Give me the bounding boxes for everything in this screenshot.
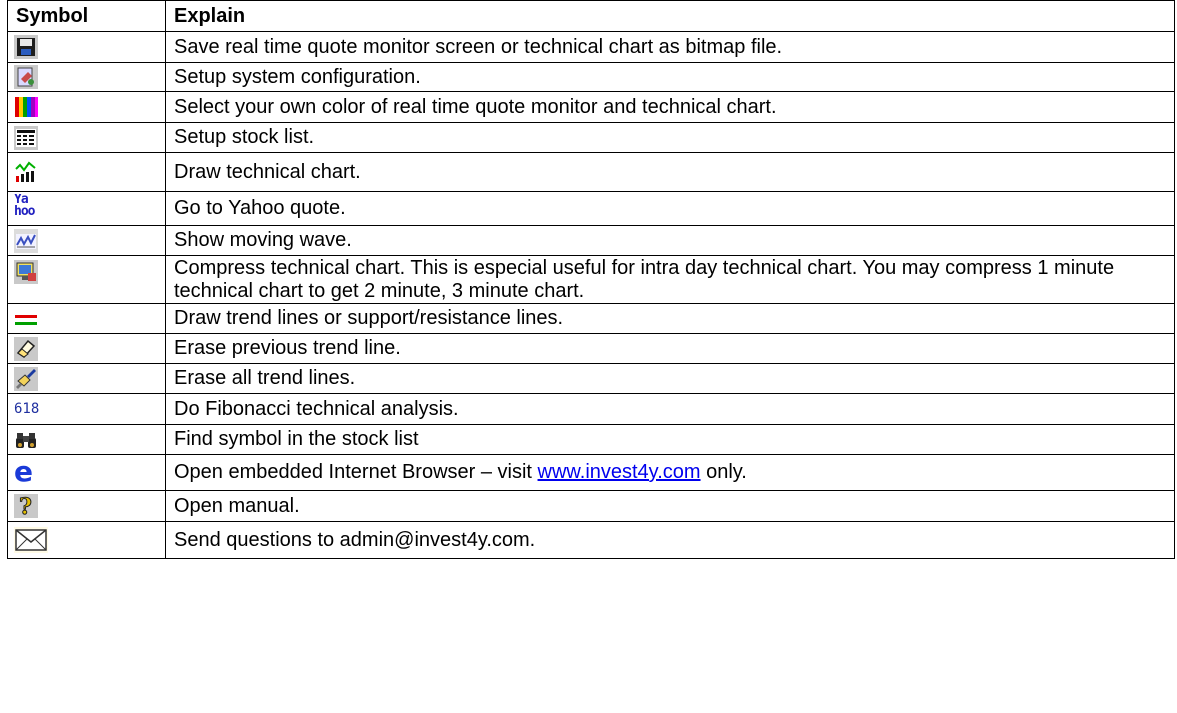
row-text: Open manual. [165, 490, 1175, 522]
row-text: Erase previous trend line. [165, 333, 1175, 364]
table-row: Compress technical chart. This is especi… [7, 255, 1175, 304]
binoculars-icon[interactable] [14, 428, 38, 452]
internet-explorer-icon[interactable]: e [14, 461, 38, 485]
table-row: Setup system configuration. [7, 62, 1175, 92]
row-text: Find symbol in the stock list [165, 424, 1175, 455]
row-text: Do Fibonacci technical analysis. [165, 393, 1175, 425]
row-text: Show moving wave. [165, 225, 1175, 256]
save-icon[interactable] [14, 35, 38, 59]
symbol-header: Symbol [7, 0, 166, 32]
table-row: ? Open manual. [7, 490, 1175, 522]
compress-chart-icon[interactable] [14, 260, 38, 284]
table-header-row: Symbol Explain [7, 0, 1175, 32]
eraser-icon[interactable] [14, 336, 38, 361]
svg-text:?: ? [19, 494, 32, 518]
row-text: Draw technical chart. [165, 152, 1175, 192]
row-text: Draw trend lines or support/resistance l… [165, 303, 1175, 334]
color-bars-icon[interactable] [14, 95, 38, 119]
symbol-table: Symbol Explain Save real time quote moni… [7, 0, 1175, 559]
help-icon[interactable]: ? [14, 494, 38, 518]
brush-icon[interactable] [14, 366, 38, 391]
table-row: Select your own color of real time quote… [7, 91, 1175, 123]
row-text: Save real time quote monitor screen or t… [165, 31, 1175, 63]
technical-chart-icon[interactable] [14, 160, 38, 184]
table-row: Find symbol in the stock list [7, 424, 1175, 455]
row-text: Compress technical chart. This is especi… [165, 255, 1175, 304]
yahoo-icon[interactable]: Ya hoo [14, 194, 40, 224]
setup-config-icon[interactable] [14, 65, 38, 89]
table-row: Draw trend lines or support/resistance l… [7, 303, 1175, 334]
moving-wave-icon[interactable] [14, 228, 38, 253]
table-row: 618 Do Fibonacci technical analysis. [7, 393, 1175, 425]
yahoo-icon-text: Ya hoo [14, 193, 35, 219]
row-text: Setup stock list. [165, 122, 1175, 153]
row-text: Erase all trend lines. [165, 363, 1175, 394]
row-text: Open embedded Internet Browser – visit w… [165, 454, 1175, 491]
table-row: Send questions to admin@invest4y.com. [7, 521, 1175, 559]
envelope-icon[interactable] [14, 527, 48, 553]
explain-header: Explain [165, 0, 1175, 32]
table-row: Erase all trend lines. [7, 363, 1175, 394]
row-text: Select your own color of real time quote… [165, 91, 1175, 123]
row-text-part: only. [700, 461, 747, 483]
table-row: e Open embedded Internet Browser – visit… [7, 454, 1175, 491]
table-row: Draw technical chart. [7, 152, 1175, 192]
trend-lines-icon[interactable] [14, 307, 38, 331]
row-text: Setup system configuration. [165, 62, 1175, 92]
fibonacci-icon-text: 618 [14, 401, 40, 417]
invest4y-link[interactable]: www.invest4y.com [538, 461, 701, 483]
row-text-part: Open embedded Internet Browser – visit [174, 461, 538, 483]
row-text: Send questions to admin@invest4y.com. [165, 521, 1175, 559]
table-row: Save real time quote monitor screen or t… [7, 31, 1175, 63]
fibonacci-icon[interactable]: 618 [14, 397, 54, 421]
row-text: Go to Yahoo quote. [165, 191, 1175, 226]
table-row: Erase previous trend line. [7, 333, 1175, 364]
table-row: Setup stock list. [7, 122, 1175, 153]
stock-list-icon[interactable] [14, 125, 38, 150]
table-row: Show moving wave. [7, 225, 1175, 256]
table-row: Ya hoo Go to Yahoo quote. [7, 191, 1175, 226]
